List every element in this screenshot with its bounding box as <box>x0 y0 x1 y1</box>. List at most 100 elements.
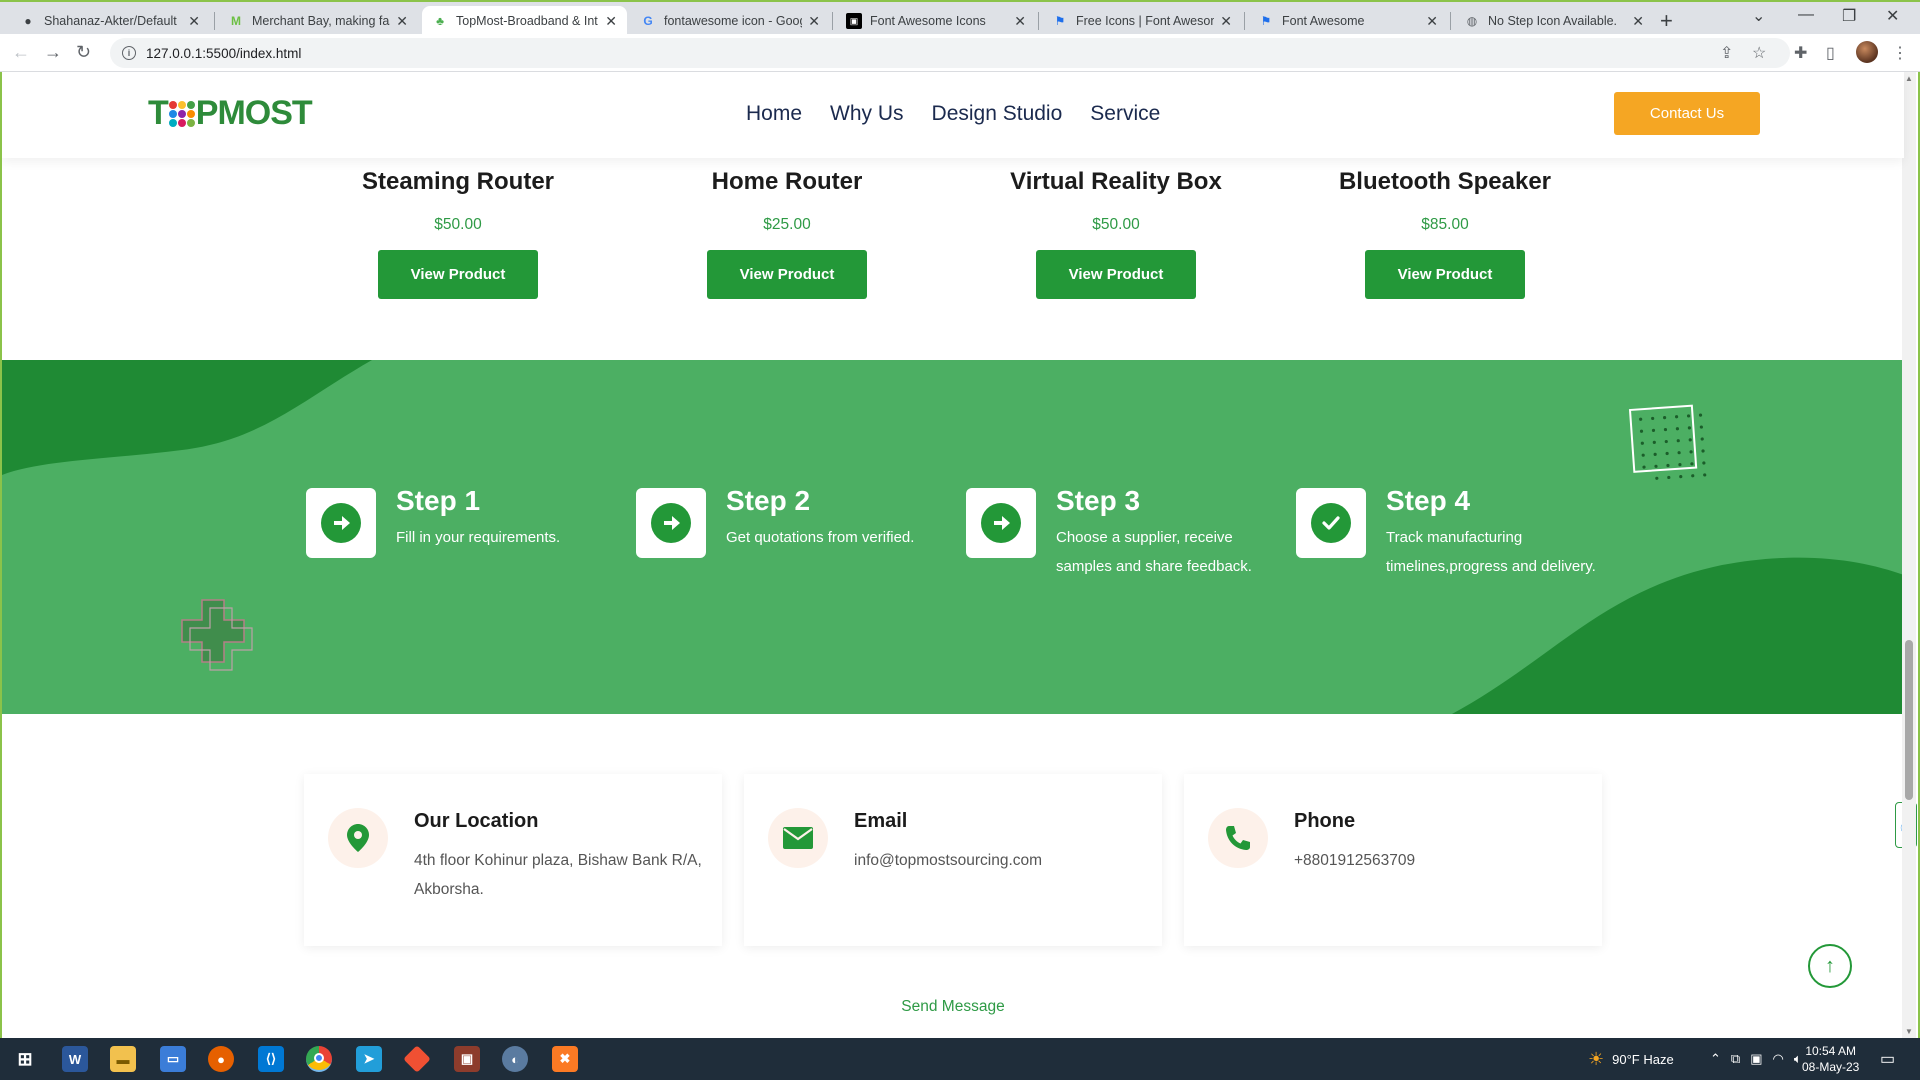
product-card: Bluetooth Speaker $85.00 View Product <box>1295 168 1595 299</box>
restore-button[interactable]: ❐ <box>1842 6 1856 26</box>
firefox-icon[interactable]: ● <box>208 1046 234 1072</box>
browser-tab[interactable]: ⚑ Free Icons | Font Awesome ✕ <box>1042 6 1242 36</box>
view-product-button[interactable]: View Product <box>707 250 867 299</box>
xampp-icon[interactable]: ✖ <box>552 1046 578 1072</box>
browser-tab[interactable]: M Merchant Bay, making fash ✕ <box>218 6 418 36</box>
plus-decoration-icon <box>181 599 253 671</box>
product-price: $85.00 <box>1421 216 1469 233</box>
address-bar[interactable]: i 127.0.0.1:5500/index.html <box>110 38 1790 68</box>
tab-search-icon[interactable]: ⌄ <box>1752 6 1765 26</box>
scroll-to-top-button[interactable]: ↑ <box>1808 944 1852 988</box>
network-icon[interactable]: ⧉ <box>1731 1051 1740 1067</box>
word-icon[interactable]: W <box>62 1046 88 1072</box>
product-price: $25.00 <box>763 216 811 233</box>
volume-icon[interactable]: 🔈︎ <box>1794 1051 1802 1067</box>
app-icon[interactable]: ▣ <box>454 1046 480 1072</box>
minimize-button[interactable]: — <box>1798 6 1814 24</box>
browser-tab[interactable]: ▣ Font Awesome Icons ✕ <box>836 6 1036 36</box>
browser-tab[interactable]: ⚑ Font Awesome ✕ <box>1248 6 1448 36</box>
page-viewport: T PMOST Home Why Us Design Studio Servic… <box>0 72 1920 1038</box>
page-scrollbar[interactable]: ▲ ▼ <box>1902 72 1916 1038</box>
view-product-button[interactable]: View Product <box>378 250 538 299</box>
wifi-icon[interactable]: ◠ <box>1773 1051 1784 1067</box>
scroll-up-arrow-icon[interactable]: ▲ <box>1905 74 1913 83</box>
w3schools-icon: ▣ <box>846 13 862 29</box>
extensions-icon[interactable]: ✚ <box>1794 43 1807 63</box>
app-icon[interactable]: ◐ <box>502 1046 528 1072</box>
contact-phone-link[interactable]: +8801912563709 <box>1294 846 1584 875</box>
weather-widget[interactable]: ☀ 90°F Haze <box>1588 1038 1674 1080</box>
meet-icon[interactable]: ▣ <box>1750 1051 1762 1067</box>
scrollbar-thumb[interactable] <box>1905 640 1913 800</box>
close-tab-icon[interactable]: ✕ <box>1426 13 1438 30</box>
product-price: $50.00 <box>434 216 482 233</box>
step-title: Step 1 <box>396 485 481 516</box>
step-icon-box <box>1296 488 1366 558</box>
close-tab-icon[interactable]: ✕ <box>605 13 617 30</box>
view-product-button[interactable]: View Product <box>1036 250 1196 299</box>
arrow-right-circle-icon <box>981 503 1021 543</box>
profile-avatar[interactable] <box>1856 41 1878 63</box>
wave-background <box>2 360 1904 714</box>
forward-icon[interactable]: → <box>44 42 62 63</box>
vscode-icon[interactable]: ⟨⟩ <box>258 1046 284 1072</box>
back-icon[interactable]: ← <box>12 42 30 63</box>
browser-tab-strip: ● Shahanaz-Akter/Default ✕ M Merchant Ba… <box>0 0 1920 36</box>
browser-tab[interactable]: ● Shahanaz-Akter/Default ✕ <box>10 6 210 36</box>
share-icon[interactable]: ⇪ <box>1720 43 1733 63</box>
contact-us-button[interactable]: Contact Us <box>1614 92 1760 135</box>
nav-design-studio[interactable]: Design Studio <box>932 102 1063 126</box>
bookmark-star-icon[interactable]: ☆ <box>1752 43 1766 63</box>
step-description: Track manufacturing timelines,progress a… <box>1386 529 1596 575</box>
clock[interactable]: 10:54 AM 08-May-23 <box>1802 1043 1859 1075</box>
reload-icon[interactable]: ↻ <box>76 42 91 63</box>
contact-email-link[interactable]: info@topmostsourcing.com <box>854 846 1144 875</box>
chevron-up-icon[interactable]: ⌃ <box>1710 1051 1721 1067</box>
side-panel-icon[interactable]: ▯ <box>1826 43 1835 63</box>
browser-tab[interactable]: ◍ No Step Icon Available. ✕ <box>1454 6 1654 36</box>
view-product-button[interactable]: View Product <box>1365 250 1525 299</box>
topmost-logo[interactable]: T PMOST <box>148 94 313 133</box>
flag-icon: ⚑ <box>1260 14 1272 28</box>
close-tab-icon[interactable]: ✕ <box>188 13 200 30</box>
nav-why-us[interactable]: Why Us <box>830 102 904 126</box>
weather-haze-icon: ☀ <box>1588 1048 1605 1069</box>
globe-icon: ◍ <box>1466 14 1478 28</box>
step-icon-box <box>306 488 376 558</box>
product-name: Bluetooth Speaker <box>1338 168 1552 195</box>
browser-tab-active[interactable]: ♣ TopMost-Broadband & Int ✕ <box>422 6 627 36</box>
google-icon: G <box>643 14 653 28</box>
close-tab-icon[interactable]: ✕ <box>1632 13 1644 30</box>
menu-icon[interactable]: ⋮ <box>1892 43 1908 63</box>
check-circle-icon <box>1311 503 1351 543</box>
file-explorer-icon[interactable]: ▬ <box>110 1046 136 1072</box>
windows-start-icon[interactable]: ⊞ <box>12 1046 38 1072</box>
browser-toolbar: ← → ↻ i 127.0.0.1:5500/index.html ⇪ ☆ ✚ … <box>0 34 1920 72</box>
close-tab-icon[interactable]: ✕ <box>808 13 820 30</box>
site-info-icon[interactable]: i <box>122 46 136 60</box>
nav-home[interactable]: Home <box>746 102 802 126</box>
arrow-up-icon: ↑ <box>1825 954 1835 977</box>
close-window-button[interactable]: ✕ <box>1886 6 1899 26</box>
close-tab-icon[interactable]: ✕ <box>1014 13 1026 30</box>
new-tab-button[interactable]: + <box>1660 8 1673 34</box>
send-message-link[interactable]: Send Message <box>2 998 1904 1016</box>
browser-tab[interactable]: G fontawesome icon - Googl ✕ <box>630 6 830 36</box>
product-name: Virtual Reality Box <box>1010 168 1222 195</box>
app-icon[interactable]: ▭ <box>160 1046 186 1072</box>
nav-service[interactable]: Service <box>1090 102 1160 126</box>
windows-taskbar: ⊞ W ▬ ▭ ● ⟨⟩ ➤ ▣ ◐ ✖ ☀ 90°F Haze ⌃ ⧉ ▣ ◠… <box>0 1038 1920 1080</box>
chrome-icon[interactable] <box>306 1046 332 1072</box>
notifications-icon[interactable]: ▭ <box>1880 1038 1895 1080</box>
logo-dots-icon <box>168 100 195 127</box>
step-description: Fill in your requirements. <box>396 529 561 546</box>
scroll-down-arrow-icon[interactable]: ▼ <box>1905 1027 1913 1036</box>
arrow-right-circle-icon <box>321 503 361 543</box>
close-tab-icon[interactable]: ✕ <box>1220 13 1232 30</box>
step-icon-box <box>636 488 706 558</box>
telegram-icon[interactable]: ➤ <box>356 1046 382 1072</box>
step-item: Step 4 Track manufacturing timelines,pro… <box>1296 485 1596 581</box>
git-icon[interactable] <box>403 1045 431 1073</box>
phone-icon <box>1208 808 1268 868</box>
close-tab-icon[interactable]: ✕ <box>396 13 408 30</box>
